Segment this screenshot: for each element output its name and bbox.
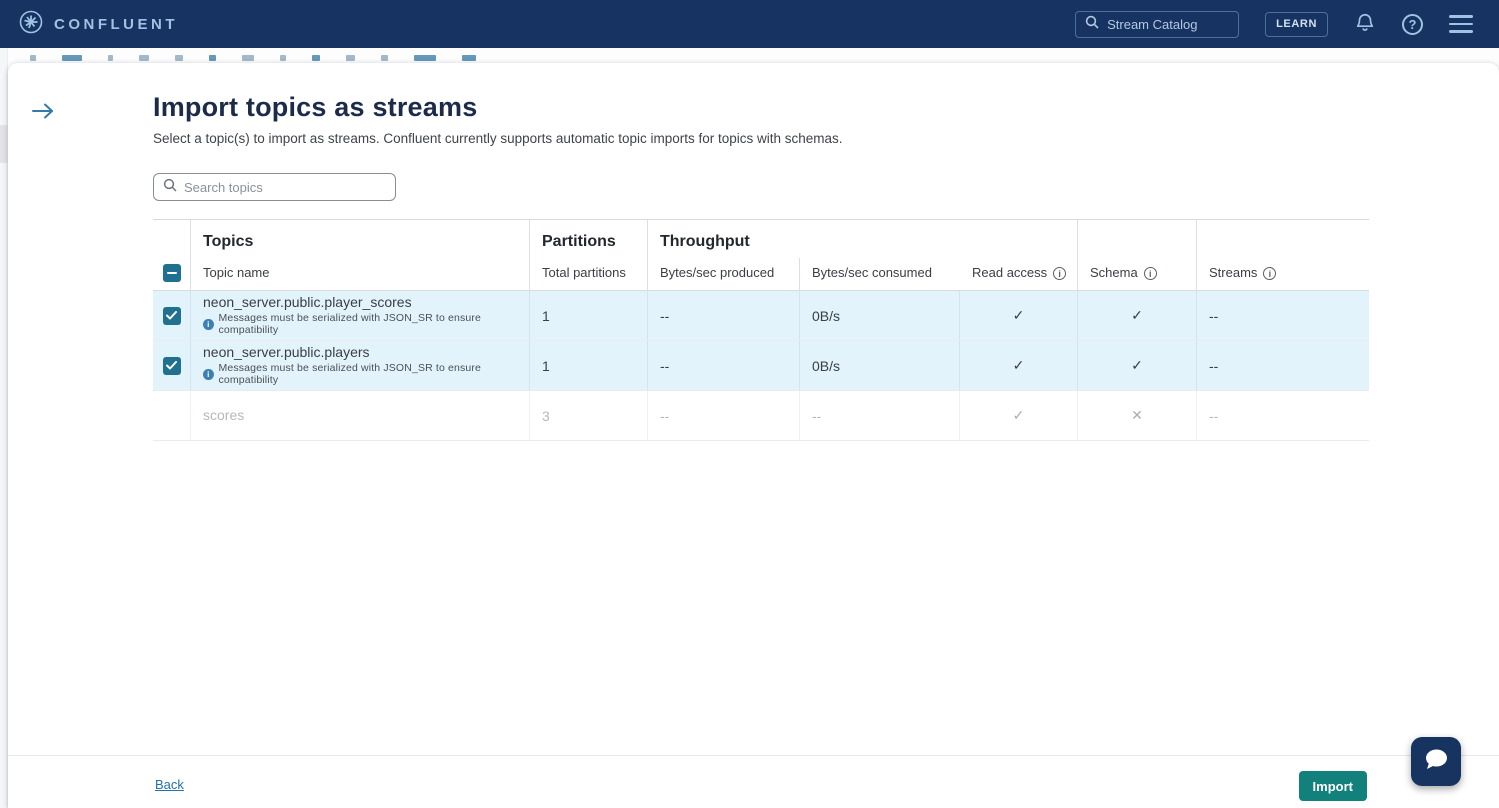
row-checkbox[interactable] xyxy=(163,307,181,325)
bytes-consumed-value: 0B/s xyxy=(800,341,960,390)
help-button[interactable]: ? xyxy=(1402,14,1423,35)
notifications-button[interactable] xyxy=(1354,12,1376,37)
search-icon xyxy=(1085,15,1099,34)
back-link[interactable]: Back xyxy=(155,777,184,792)
column-group-topics: Topics xyxy=(191,220,530,258)
bytes-produced-value: -- xyxy=(648,341,800,390)
column-header-bytes-consumed: Bytes/sec consumed xyxy=(800,258,960,290)
streams-value: -- xyxy=(1197,341,1369,390)
column-group-throughput: Throughput xyxy=(648,220,960,258)
bytes-consumed-value: 0B/s xyxy=(800,291,960,340)
topic-note: i Messages must be serialized with JSON_… xyxy=(203,312,529,336)
topic-name: scores xyxy=(203,408,244,423)
confluent-brand[interactable]: CONFLUENT xyxy=(18,9,178,40)
table-header: Topics Partitions Throughput Read access… xyxy=(153,220,1369,291)
read-access-check-icon: ✓ xyxy=(960,291,1078,340)
column-header-schema: Schema i xyxy=(1078,220,1197,290)
table-row: scores 3 -- -- ✓ ✕ -- xyxy=(153,391,1369,441)
learn-button[interactable]: LEARN xyxy=(1265,12,1328,37)
chat-widget-button[interactable] xyxy=(1411,737,1461,786)
streams-value: -- xyxy=(1197,391,1369,440)
bytes-produced-value: -- xyxy=(648,291,800,340)
arrow-right-icon xyxy=(31,108,56,123)
topics-table: Topics Partitions Throughput Read access… xyxy=(153,219,1369,441)
bell-icon xyxy=(1354,12,1376,37)
read-access-check-icon: ✓ xyxy=(960,341,1078,390)
brand-wordmark: CONFLUENT xyxy=(54,16,178,33)
stream-catalog-input[interactable] xyxy=(1107,17,1227,32)
table-row[interactable]: neon_server.public.player_scores i Messa… xyxy=(153,291,1369,341)
bytes-consumed-value: -- xyxy=(800,391,960,440)
column-group-partitions: Partitions xyxy=(530,220,648,258)
page-subtitle: Select a topic(s) to import as streams. … xyxy=(153,131,843,146)
collapse-panel-button[interactable] xyxy=(30,99,56,125)
bytes-produced-value: -- xyxy=(648,391,800,440)
column-header-bytes-produced: Bytes/sec produced xyxy=(648,258,800,290)
info-icon[interactable]: i xyxy=(1263,267,1276,280)
select-all-checkbox[interactable] xyxy=(163,264,181,282)
import-button[interactable]: Import xyxy=(1299,771,1367,801)
menu-button[interactable] xyxy=(1449,15,1473,33)
partitions-value: 1 xyxy=(530,341,648,390)
topic-search-box[interactable] xyxy=(153,173,396,201)
topic-name: neon_server.public.player_scores xyxy=(203,295,412,310)
header-checkbox-cell xyxy=(153,220,191,290)
hamburger-icon xyxy=(1449,15,1473,33)
partitions-value: 3 xyxy=(530,391,648,440)
empty-checkbox-cell xyxy=(153,391,191,440)
left-edge-tab xyxy=(0,125,8,163)
column-header-streams: Streams i xyxy=(1197,220,1369,290)
stream-catalog-search[interactable] xyxy=(1075,11,1239,38)
schema-cross-icon: ✕ xyxy=(1078,391,1197,440)
schema-check-icon: ✓ xyxy=(1078,291,1197,340)
schema-check-icon: ✓ xyxy=(1078,341,1197,390)
top-app-bar: CONFLUENT LEARN ? xyxy=(0,0,1499,48)
info-icon: i xyxy=(203,319,214,330)
column-header-total-partitions: Total partitions xyxy=(530,258,648,290)
confluent-logo-icon xyxy=(18,9,44,40)
info-icon[interactable]: i xyxy=(1144,267,1157,280)
chat-bubble-icon xyxy=(1422,747,1450,776)
topic-note: i Messages must be serialized with JSON_… xyxy=(203,362,529,386)
info-icon: i xyxy=(203,369,214,380)
help-icon: ? xyxy=(1402,14,1423,35)
info-icon[interactable]: i xyxy=(1053,267,1066,280)
partitions-value: 1 xyxy=(530,291,648,340)
column-header-topic-name: Topic name xyxy=(191,258,530,290)
streams-value: -- xyxy=(1197,291,1369,340)
page-title: Import topics as streams xyxy=(153,92,477,123)
topic-name: neon_server.public.players xyxy=(203,345,370,360)
row-checkbox[interactable] xyxy=(163,357,181,375)
breadcrumb-clipped xyxy=(30,55,476,63)
table-row[interactable]: neon_server.public.players i Messages mu… xyxy=(153,341,1369,391)
read-access-check-icon: ✓ xyxy=(960,391,1078,440)
column-header-read-access: Read access i xyxy=(960,220,1078,290)
topic-search-input[interactable] xyxy=(184,180,374,195)
import-topics-panel: Import topics as streams Select a topic(… xyxy=(8,63,1499,808)
search-icon xyxy=(163,178,177,197)
footer-divider xyxy=(8,755,1499,756)
